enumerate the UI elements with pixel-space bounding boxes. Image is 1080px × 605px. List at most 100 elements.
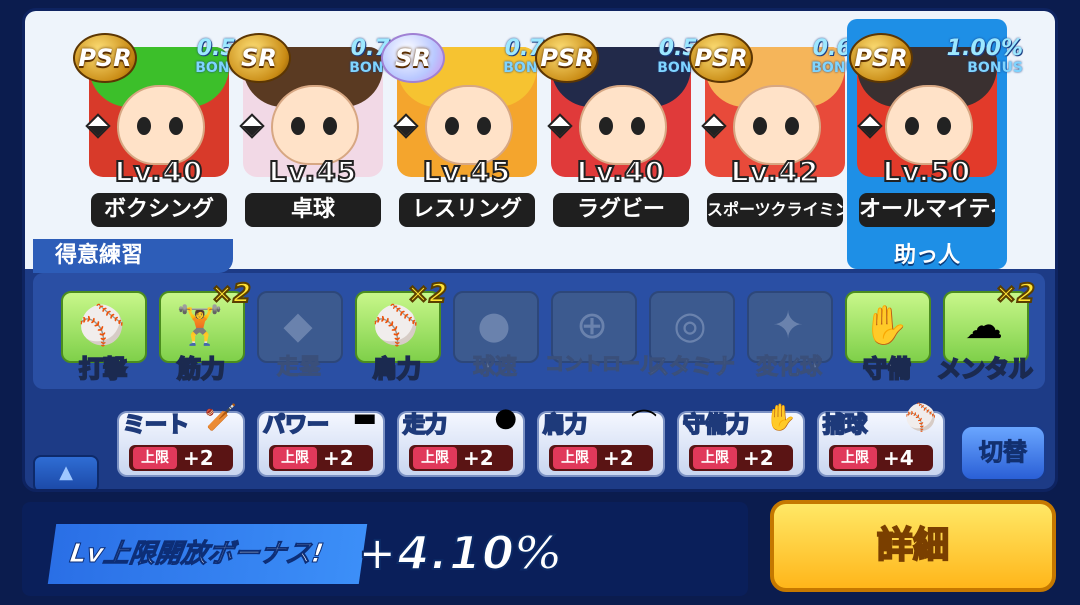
upgrade-chip: パワー ▬ 上限 +2 [257, 403, 385, 477]
eye-icon [785, 117, 799, 135]
breaking-ball-icon: ✦ [772, 303, 804, 347]
collapse-button[interactable]: ▲ [33, 455, 99, 489]
skill-tile: ⊕ コントロール [545, 283, 660, 381]
bonus-bar: Lv上限開放ボーナス! +4.10% [22, 502, 748, 596]
cap-label: 上限 [413, 447, 457, 469]
skill-label: メンタル [936, 354, 1034, 384]
cap-box: 上限 +2 [549, 445, 653, 471]
cap-value: +2 [603, 446, 634, 470]
skill-label: 変化球 [755, 355, 822, 381]
card-name: スポーツクライミング [707, 193, 843, 227]
upgrade-chip: 肩力 ⌒ 上限 +2 [537, 409, 665, 477]
support-card[interactable]: PSR 0.50 BONUS Lv.40 ラグビー [535, 25, 713, 231]
eye-icon [477, 117, 491, 135]
card-name: ボクシング [91, 193, 227, 227]
eye-icon [323, 117, 337, 135]
bonus-value: +4.10% [357, 525, 563, 581]
card-name: ラグビー [553, 193, 689, 227]
bat-icon: ⚾ [78, 302, 126, 347]
support-card[interactable]: SR 0.75 BONUS Lv.45 卓球 [227, 25, 405, 231]
upgrade-title: 走力 [402, 412, 448, 439]
skill-multiplier: ×2 [406, 278, 448, 310]
card-level: Lv.40 [114, 154, 204, 189]
speed-ball-icon: ● [477, 303, 511, 347]
cap-value: +2 [183, 446, 214, 470]
cap-box: 上限 +2 [689, 445, 793, 471]
tire-icon: ◎ [673, 303, 707, 347]
eye-icon [291, 117, 305, 135]
support-card[interactable]: PSR 0.50 BONUS Lv.40 ボクシング [73, 25, 251, 231]
arc-ball-icon: ⌒ [630, 409, 657, 439]
cap-value: +2 [743, 446, 774, 470]
rarity-badge: PSR [689, 33, 753, 83]
rarity-badge: PSR [535, 33, 599, 83]
card-level: Lv.45 [422, 154, 512, 189]
running-icon: ● [494, 403, 517, 433]
bonus-label: Lv上限開放ボーナス! [47, 524, 368, 584]
cap-box: 上限 +2 [129, 445, 233, 471]
skill-label: コントロール [545, 353, 660, 376]
upgrade-chip: 守備力 ✋ 上限 +2 [677, 403, 805, 477]
cap-value: +4 [883, 446, 914, 470]
skill-label: 球速 [472, 355, 517, 381]
card-level: Lv.50 [882, 154, 972, 189]
eye-icon [753, 117, 767, 135]
cap-label: 上限 [693, 447, 737, 469]
skill-tile: ◎ スタミナ [646, 283, 736, 381]
card-level: Lv.45 [268, 154, 358, 189]
cap-label: 上限 [833, 447, 877, 469]
upgrade-chip: ミート 🏏 上限 +2 [117, 403, 245, 477]
skill-label: 走塁 [276, 355, 321, 381]
card-level: Lv.40 [576, 154, 666, 189]
character-face [425, 85, 513, 165]
character-face [117, 85, 205, 165]
rarity-badge: PSR [73, 33, 137, 83]
eye-icon [169, 117, 183, 135]
bat-icon: 🏏 [204, 403, 237, 433]
switch-button[interactable]: 切替 [960, 425, 1046, 481]
upgrade-chip: 捕球 ⚾ 上限 +4 [817, 403, 945, 477]
cap-value: +2 [323, 446, 354, 470]
base-icon: ◆ [283, 303, 313, 347]
character-face [885, 85, 973, 165]
target-icon: ⊕ [576, 303, 608, 347]
dumbbell-icon: ▬ [352, 403, 377, 433]
skill-label: 筋力 [176, 354, 226, 384]
upgrade-title: パワー [262, 412, 330, 439]
skill-label: スタミナ [646, 355, 735, 381]
support-card[interactable]: PSR 0.60 BONUS Lv.42 スポーツクライミング [689, 25, 867, 231]
skill-strip: ⚾ 打撃 🏋 筋力 ×2 ◆ 走塁 ⚾ 肩力 ×2 ● 球速 ⊕ コントロール … [33, 273, 1045, 389]
rarity-badge: PSR [849, 33, 913, 83]
skill-tile: ✋ 守備 [845, 283, 931, 384]
eye-icon [631, 117, 645, 135]
card-level: Lv.42 [730, 154, 820, 189]
upgrade-title: ミート [122, 412, 190, 439]
bonus-caption: BONUS [967, 60, 1023, 76]
rarity-badge: SR [381, 33, 445, 83]
support-card[interactable]: PSR 1.00% BONUS Lv.50 オールマイティ助っ人 [847, 19, 1023, 269]
skill-label: 打撃 [78, 354, 128, 384]
skill-tile: 🏋 筋力 ×2 [159, 278, 252, 384]
skill-tile: ● 球速 [453, 283, 539, 381]
skill-tile: ☁ メンタル ×2 [936, 278, 1036, 384]
card-name: 卓球 [245, 193, 381, 227]
cap-box: 上限 +4 [829, 445, 933, 471]
catch-ball-icon: ⚾ [904, 403, 937, 433]
deck-panel: PSR 0.50 BONUS Lv.40 ボクシング SR 0.75 BONUS… [22, 8, 1058, 492]
eye-icon [599, 117, 613, 135]
character-face [579, 85, 667, 165]
support-card[interactable]: SR 0.75 BONUS Lv.45 レスリング [381, 25, 559, 231]
helper-tag: 助っ人 [893, 243, 960, 268]
eye-icon [905, 117, 919, 135]
cap-box: 上限 +2 [269, 445, 373, 471]
upgrade-title: 守備力 [682, 412, 750, 439]
character-face [271, 85, 359, 165]
cap-label: 上限 [273, 447, 317, 469]
section-title: 得意練習 [33, 239, 233, 273]
skill-tile: ◆ 走塁 [257, 283, 343, 381]
card-name: レスリング [399, 193, 535, 227]
skill-multiplier: ×2 [994, 278, 1036, 310]
cap-value: +2 [463, 446, 494, 470]
upgrade-chip: 走力 ● 上限 +2 [397, 403, 525, 477]
detail-button[interactable]: 詳細 [770, 500, 1056, 592]
